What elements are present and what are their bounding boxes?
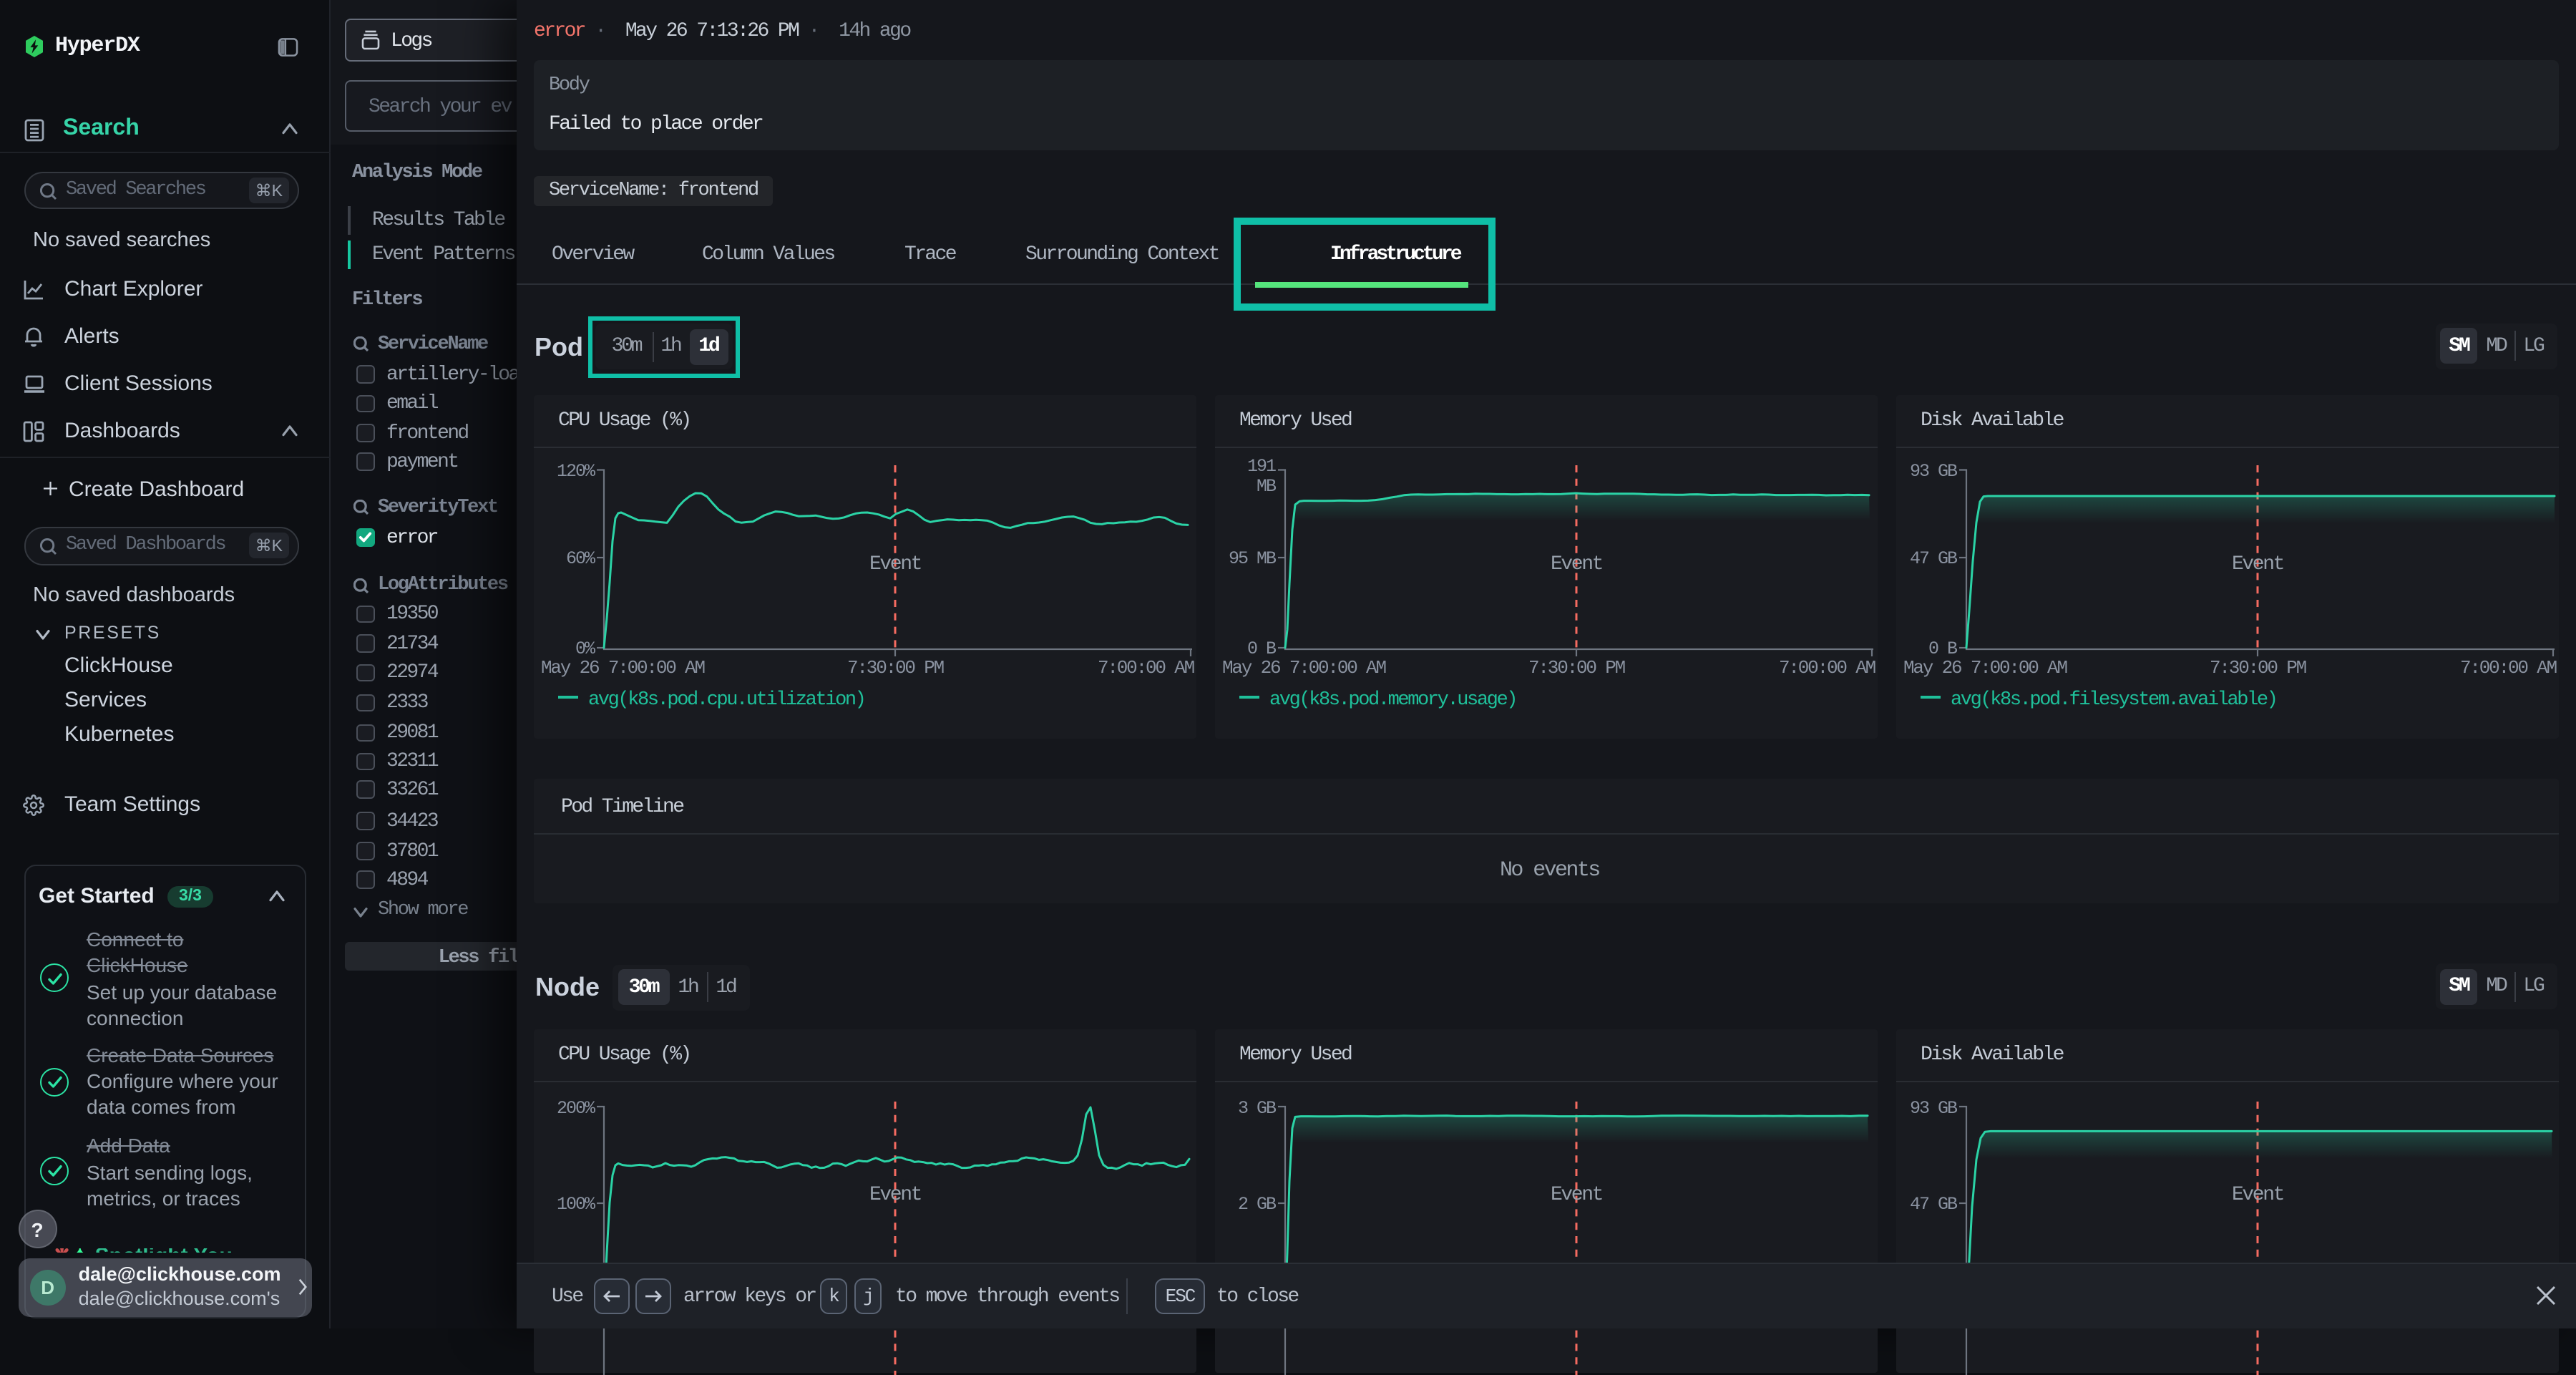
svg-text:May 26 7:00:00 AM: May 26 7:00:00 AM [1903, 656, 2067, 678]
svg-text:47 GB: 47 GB [1910, 548, 1958, 568]
svg-text:0 B: 0 B [1928, 638, 1958, 659]
svg-text:200%: 200% [557, 1097, 596, 1118]
svg-text:7:00:00 AM: 7:00:00 AM [2460, 656, 2557, 678]
svg-text:93 GB: 93 GB [1910, 1097, 1958, 1118]
svg-text:93 GB: 93 GB [1910, 460, 1958, 481]
svg-text:0 B: 0 B [1247, 638, 1277, 659]
svg-text:60%: 60% [566, 548, 596, 568]
svg-text:7:00:00 AM: 7:00:00 AM [1779, 656, 1875, 678]
svg-text:3 GB: 3 GB [1238, 1097, 1277, 1118]
svg-text:7:00:00 AM: 7:00:00 AM [1098, 656, 1194, 678]
svg-text:Event: Event [869, 553, 921, 575]
svg-text:2 GB: 2 GB [1238, 1193, 1277, 1214]
svg-text:MB: MB [1257, 475, 1277, 496]
svg-text:7:30:00 PM: 7:30:00 PM [847, 656, 944, 678]
svg-text:95 MB: 95 MB [1229, 548, 1277, 568]
svg-text:May 26 7:00:00 AM: May 26 7:00:00 AM [1222, 656, 1385, 678]
svg-text:0%: 0% [575, 638, 596, 659]
svg-text:Event: Event [869, 1183, 921, 1205]
svg-text:47 GB: 47 GB [1910, 1193, 1958, 1214]
svg-text:191: 191 [1247, 455, 1276, 476]
svg-text:May 26 7:00:00 AM: May 26 7:00:00 AM [541, 656, 704, 678]
svg-text:120%: 120% [557, 460, 596, 481]
svg-text:100%: 100% [557, 1193, 596, 1214]
svg-text:7:30:00 PM: 7:30:00 PM [1528, 656, 1625, 678]
svg-text:7:30:00 PM: 7:30:00 PM [2210, 656, 2306, 678]
